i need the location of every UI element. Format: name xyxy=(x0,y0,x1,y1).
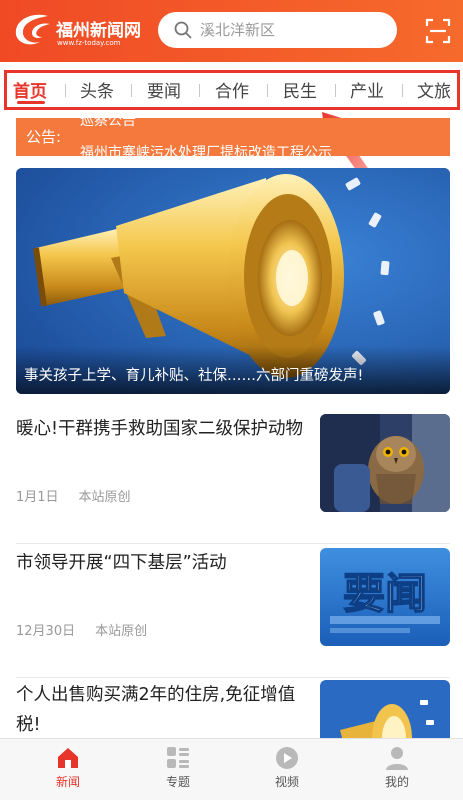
tabbar-video[interactable]: 视频 xyxy=(257,745,317,790)
news-meta: 1月1日 本站原创 xyxy=(16,486,131,505)
news-source: 本站原创 xyxy=(95,624,148,639)
tabbar-label: 新闻 xyxy=(55,775,80,789)
topics-grid-icon xyxy=(167,747,189,768)
tab-divider xyxy=(335,84,336,97)
logo-text: 福州新闻网 xyxy=(56,21,141,41)
search-input[interactable] xyxy=(200,18,385,42)
tabbar-label: 视频 xyxy=(274,775,299,789)
tab-home[interactable]: 首页 xyxy=(13,77,47,102)
featured-banner[interactable]: 事关孩子上学、育儿补贴、社保……六部门重磅发声! xyxy=(16,168,450,394)
news-title[interactable]: 个人出售购买满2年的住房,免征增值税! xyxy=(16,680,306,740)
news-date: 12月30日 xyxy=(16,624,76,639)
news-list-item[interactable]: 市领导开展“四下基层”活动 12月30日 本站原创 要闻 xyxy=(16,548,450,678)
scan-icon[interactable] xyxy=(425,18,451,44)
news-title[interactable]: 市领导开展“四下基层”活动 xyxy=(16,548,306,578)
tabbar-label: 专题 xyxy=(165,775,190,789)
news-thumbnail-yaowen[interactable]: 要闻 xyxy=(320,548,450,646)
user-icon xyxy=(386,747,408,770)
tab-culture-tourism[interactable]: 文旅 xyxy=(417,77,451,102)
announcement-label: 公告: xyxy=(26,128,62,146)
tab-industry[interactable]: 产业 xyxy=(350,77,384,102)
search-icon xyxy=(174,21,192,39)
search-box[interactable] xyxy=(158,12,397,48)
news-list-item[interactable]: 暖心!干群携手救助国家二级保护动物 1月1日 本站原创 xyxy=(16,414,450,544)
logo-swirl-icon xyxy=(15,14,50,45)
yaowen-banner-graphic: 要闻 xyxy=(330,568,440,633)
tabbar-news[interactable]: 新闻 xyxy=(38,745,98,790)
app-header: 福州新闻网 www.fz-today.com xyxy=(0,0,463,62)
video-play-icon xyxy=(276,747,298,769)
home-icon xyxy=(58,748,78,768)
owl-photo xyxy=(320,414,450,512)
announcement-text[interactable]: 福州市寨峡污水处理厂提标改造工程公示 xyxy=(80,142,332,156)
tab-divider xyxy=(65,84,66,97)
announcement-text[interactable]: 巡察公告 xyxy=(80,118,136,130)
tabbar-profile[interactable]: 我的 xyxy=(367,745,427,790)
tab-divider xyxy=(267,84,268,97)
active-tab-indicator xyxy=(17,101,45,104)
news-meta: 12月30日 本站原创 xyxy=(16,620,147,639)
tabbar-topics[interactable]: 专题 xyxy=(148,745,208,790)
tabbar-label: 我的 xyxy=(384,775,409,789)
tab-headlines[interactable]: 头条 xyxy=(80,77,114,102)
news-thumbnail-owl[interactable] xyxy=(320,414,450,512)
site-logo[interactable]: 福州新闻网 www.fz-today.com xyxy=(12,12,141,48)
tab-divider xyxy=(199,84,200,97)
logo-url: www.fz-today.com xyxy=(57,39,121,47)
tab-important-news[interactable]: 要闻 xyxy=(147,77,181,102)
banner-caption[interactable]: 事关孩子上学、育儿补贴、社保……六部门重磅发声! xyxy=(24,364,363,385)
tab-divider xyxy=(131,84,132,97)
news-title[interactable]: 暖心!干群携手救助国家二级保护动物 xyxy=(16,414,306,444)
announcement-bar[interactable]: 公告: 巡察公告 福州市寨峡污水处理厂提标改造工程公示 xyxy=(16,118,450,156)
news-date: 1月1日 xyxy=(16,490,59,505)
tab-divider xyxy=(402,84,403,97)
news-source: 本站原创 xyxy=(78,490,131,505)
tab-livelihood[interactable]: 民生 xyxy=(283,77,317,102)
bottom-tab-bar: 新闻 专题 视频 我的 xyxy=(0,738,463,800)
channel-tabs: 首页 头条 要闻 合作 民生 产业 文旅 xyxy=(4,70,460,110)
thumb-text: 要闻 xyxy=(343,569,427,618)
tab-cooperation[interactable]: 合作 xyxy=(215,77,249,102)
